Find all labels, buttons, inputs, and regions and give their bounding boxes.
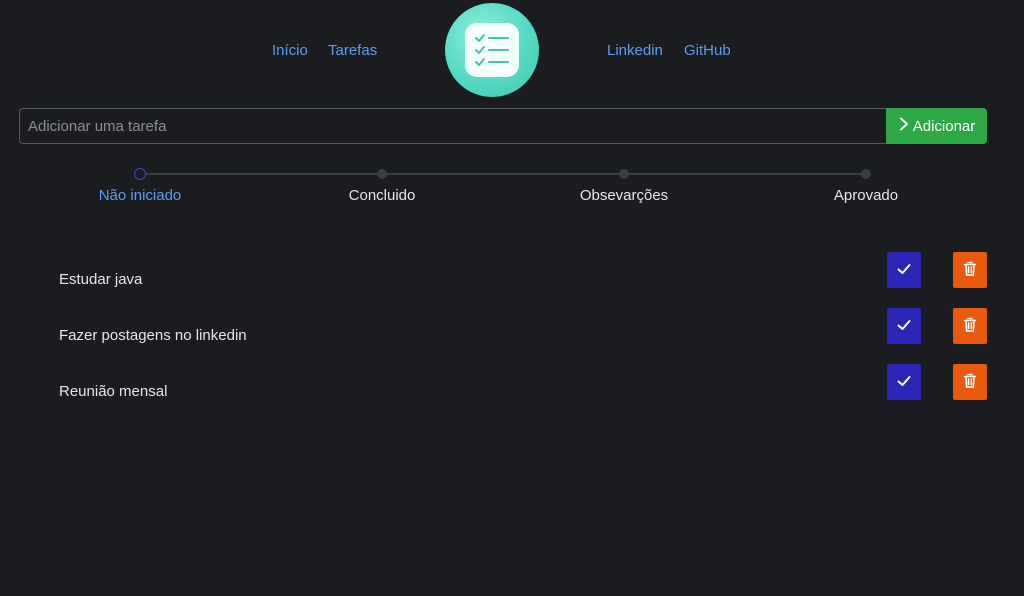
trash-icon <box>962 261 978 280</box>
step-label-observacoes[interactable]: Obsevarções <box>524 187 724 204</box>
task-row: Estudar java <box>0 252 1024 292</box>
step-label-concluido[interactable]: Concluido <box>282 187 482 204</box>
delete-task-button[interactable] <box>953 252 987 288</box>
nav-link-tarefas[interactable]: Tarefas <box>328 42 377 59</box>
task-row: Reunião mensal <box>0 364 1024 404</box>
check-icon <box>896 373 912 392</box>
step-dot-observacoes[interactable] <box>619 169 629 179</box>
step-dot-concluido[interactable] <box>377 169 387 179</box>
add-task-form: Adicionar <box>19 108 987 144</box>
task-row: Fazer postagens no linkedin <box>0 308 1024 348</box>
step-label-nao-iniciado[interactable]: Não iniciado <box>40 187 240 204</box>
add-task-button-label: Adicionar <box>912 117 976 135</box>
step-dot-nao-iniciado[interactable] <box>134 168 146 180</box>
step-dot-aprovado[interactable] <box>861 169 871 179</box>
step-label-aprovado[interactable]: Aprovado <box>766 187 966 204</box>
delete-task-button[interactable] <box>953 364 987 400</box>
check-icon <box>896 261 912 280</box>
nav-link-github[interactable]: GitHub <box>684 42 731 59</box>
complete-task-button[interactable] <box>887 252 921 288</box>
add-task-button[interactable]: Adicionar <box>886 108 987 144</box>
check-icon <box>896 317 912 336</box>
task-text: Reunião mensal <box>59 383 168 400</box>
task-text: Estudar java <box>59 271 143 288</box>
checklist-icon <box>465 23 519 77</box>
complete-task-button[interactable] <box>887 364 921 400</box>
nav-link-linkedin[interactable]: Linkedin <box>607 42 663 59</box>
app-logo <box>445 3 539 97</box>
nav-link-inicio[interactable]: Início <box>272 42 308 59</box>
delete-task-button[interactable] <box>953 308 987 344</box>
task-input[interactable] <box>19 108 887 144</box>
chevron-right-icon <box>898 117 910 135</box>
trash-icon <box>962 317 978 336</box>
task-text: Fazer postagens no linkedin <box>59 327 247 344</box>
stepper-line <box>140 173 866 175</box>
complete-task-button[interactable] <box>887 308 921 344</box>
trash-icon <box>962 373 978 392</box>
